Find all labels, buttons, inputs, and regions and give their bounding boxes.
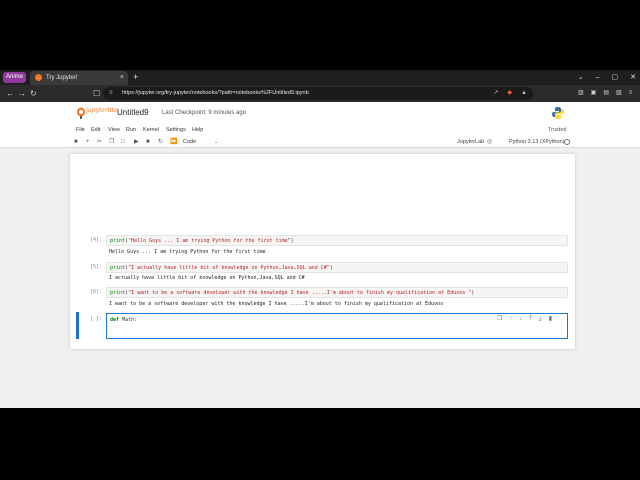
profile-badge[interactable]: Anime [3,72,27,83]
cell-prompt: [4]: [89,237,102,243]
run-icon[interactable]: ▶ [134,136,139,148]
browser-window: Anime Try Jupyter! × + ⌄ – ▢ ✕ ← → ↻ ☐ ≡… [0,70,640,408]
chevron-down-icon[interactable]: ⌄ [214,136,218,148]
jupyterlite-logo-text: jupyterlite [86,107,118,114]
cell-type-select[interactable]: Code [183,136,196,148]
jupyter-favicon-icon [35,74,42,81]
code-cell[interactable]: print("I want to be a software developer… [106,287,568,298]
github-icon[interactable]: ◎ [487,136,492,148]
brave-rewards-icon[interactable]: ▲ [521,87,527,100]
kernel-status-icon [564,139,570,145]
menu-help[interactable]: Help [192,124,203,136]
add-cell-icon[interactable]: + [86,136,90,148]
cell-output: Hello Guys ... I am trying Python for th… [109,249,266,255]
move-down-icon[interactable]: ↓ [519,314,522,324]
menu-view[interactable]: View [108,124,120,136]
menu-run[interactable]: Run [126,124,136,136]
trusted-status[interactable]: Trusted [548,124,566,136]
menu-icon[interactable]: ≡ [629,85,633,102]
tab-title: Try Jupyter! [46,75,78,81]
insert-below-icon[interactable]: ⤓ [539,314,542,324]
address-bar[interactable]: ≡ https://jupyter.org/try-jupyter/notebo… [103,87,533,100]
notebook-name[interactable]: Untitled9 [117,106,149,120]
code-line: print("I want to be a software developer… [110,290,475,296]
duplicate-cell-icon[interactable]: ❐ [497,314,502,324]
minimize-icon[interactable]: – [596,70,600,85]
vpn-icon[interactable]: ▧ [616,85,622,102]
site-info-icon[interactable]: ≡ [109,87,113,100]
extensions-icon[interactable]: ▣ [591,85,597,102]
menu-edit[interactable]: Edit [91,124,100,136]
code-cell[interactable]: print("Hello Guys ... I am trying Python… [106,235,568,246]
jupyterlite-logo-icon[interactable] [76,107,86,119]
cell-output: I actually have little bit of knowledge … [109,275,305,281]
menu-file[interactable]: File [76,124,85,136]
cell-toolbar: ❐ ↑ ↓ ⤒ ⤓ ▮ [497,314,552,324]
insert-above-icon[interactable]: ⤒ [529,314,532,324]
extension-icons: ▥ ▣ ▤ ▧ ≡ [578,85,632,102]
paste-icon[interactable]: □ [121,136,125,148]
wallet-icon[interactable]: ▤ [603,85,609,102]
code-line: print("Hello Guys ... I am trying Python… [110,238,294,244]
browser-tab[interactable]: Try Jupyter! × [30,71,128,85]
checkpoint-status: Last Checkpoint: 9 minutes ago [162,110,247,116]
cell-prompt: [ ]: [89,316,102,322]
forward-icon[interactable]: → [18,85,26,102]
close-window-icon[interactable]: ✕ [630,70,636,85]
fast-forward-icon[interactable]: ⏩ [170,136,177,148]
notebook-panel: [4]: print("Hello Guys ... I am trying P… [70,154,575,349]
restart-icon[interactable]: ↻ [158,136,163,148]
delete-cell-icon[interactable]: ▮ [549,314,552,324]
code-cell[interactable]: print("I actually have little bit of kno… [106,262,568,273]
back-icon[interactable]: ← [6,85,14,102]
url-text[interactable]: https://jupyter.org/try-jupyter/notebook… [122,87,309,100]
kernel-name[interactable]: Python 3.13 (XPython) [509,136,564,148]
notebook-toolbar: ■ + ✂ ❐ □ ▶ ■ ↻ ⏩ Code ⌄ JupyterLab ◎ Py… [0,136,640,148]
cell-output: I want to be a software developer with t… [109,301,444,307]
menu-bar: File Edit View Run Kernel Settings Help … [0,124,640,136]
code-line: print("I actually have little bit of kno… [110,265,333,271]
navigation-bar: ← → ↻ ☐ ≡ https://jupyter.org/try-jupyte… [0,85,640,102]
bookmark-icon[interactable]: ☐ [93,85,100,102]
reload-icon[interactable]: ↻ [30,85,37,102]
cell-prompt: [5]: [89,264,102,270]
cell-prompt: [6]: [89,289,102,295]
screen: Anime Try Jupyter! × + ⌄ – ▢ ✕ ← → ↻ ☐ ≡… [0,0,640,480]
tab-close-icon[interactable]: × [120,71,124,85]
new-tab-button[interactable]: + [133,70,138,85]
window-controls: ⌄ – ▢ ✕ [578,70,636,85]
sidebar-icon[interactable]: ▥ [578,85,584,102]
tab-strip: Anime Try Jupyter! × + ⌄ – ▢ ✕ [0,70,640,85]
tab-search-icon[interactable]: ⌄ [578,70,584,85]
cut-icon[interactable]: ✂ [97,136,102,148]
maximize-icon[interactable]: ▢ [612,70,619,85]
menu-settings[interactable]: Settings [166,124,186,136]
copy-icon[interactable]: ❐ [109,136,114,148]
python-logo-icon [552,107,564,119]
code-line[interactable]: def Math: [110,315,137,325]
menu-kernel[interactable]: Kernel [143,124,159,136]
share-icon[interactable]: ↗ [493,87,498,100]
save-icon[interactable]: ■ [74,136,78,148]
stop-icon[interactable]: ■ [146,136,150,148]
jupyterlab-link[interactable]: JupyterLab [457,136,484,148]
move-up-icon[interactable]: ↑ [509,314,512,324]
jupyter-header: jupyterlite Untitled9 Last Checkpoint: 9… [0,102,640,124]
brave-shield-icon[interactable]: ◆ [507,87,512,100]
